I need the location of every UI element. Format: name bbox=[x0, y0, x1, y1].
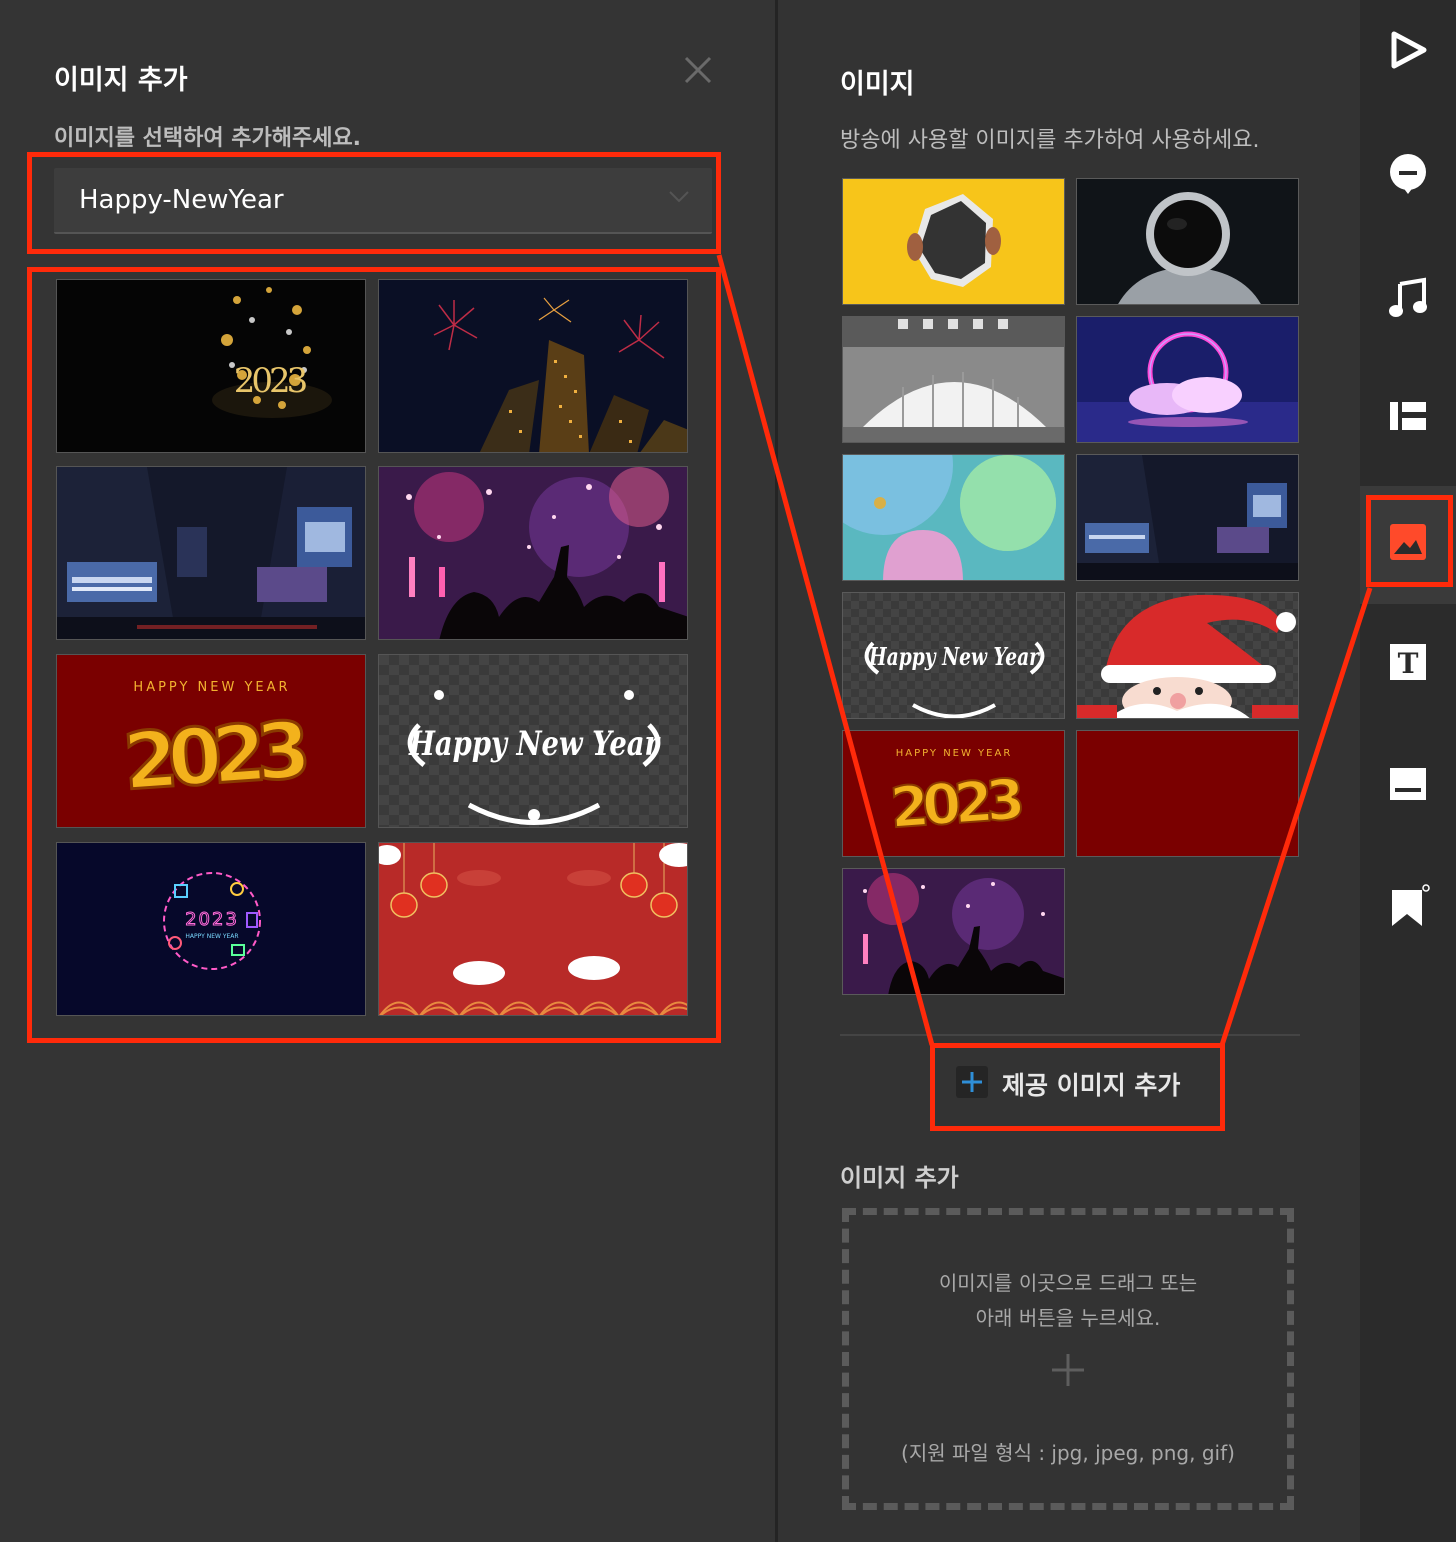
sidebar-item-layout[interactable] bbox=[1386, 396, 1430, 440]
image-neon-ring-cloud[interactable] bbox=[1076, 316, 1299, 443]
thumb-caption: HAPPY NEW YEAR bbox=[185, 933, 238, 940]
add-image-subtitle: 이미지를 선택하여 추가해주세요. bbox=[54, 126, 362, 151]
image-times-square-night[interactable] bbox=[1076, 454, 1299, 581]
images-description: 방송에 사용할 이미지를 추가하여 사용하세요. bbox=[840, 128, 1260, 153]
thumbnail-happy-new-year-lettering[interactable]: Happy New Year bbox=[378, 654, 688, 828]
image-plain-dark-red[interactable] bbox=[1076, 730, 1299, 857]
image-dropzone[interactable]: 이미지를 이곳으로 드래그 또는 아래 버튼을 누르세요. (지원 파일 형식 … bbox=[842, 1208, 1294, 1510]
tool-sidebar: T bbox=[1360, 0, 1456, 1542]
subtitle-bar-icon bbox=[1390, 768, 1426, 800]
thumbnail-times-square-night[interactable] bbox=[56, 466, 366, 640]
thumb-2023-text: 2023 bbox=[185, 909, 239, 930]
image-pastel-spheres[interactable] bbox=[842, 454, 1065, 581]
thumbnail-happy-new-year-2023-red[interactable]: HAPPY NEW YEAR 2023 bbox=[56, 654, 366, 828]
category-dropdown[interactable]: Happy-NewYear bbox=[54, 168, 712, 234]
image-happy-new-year-lettering[interactable]: Happy New Year bbox=[842, 592, 1065, 719]
add-provided-image-button[interactable]: 제공 이미지 추가 bbox=[956, 1060, 1192, 1108]
image-santa-claus[interactable] bbox=[1076, 592, 1299, 719]
thumb-caption: HAPPY NEW YEAR bbox=[133, 680, 290, 695]
image-happy-new-year-2023-red[interactable]: HAPPY NEW YEAR 2023 bbox=[842, 730, 1065, 857]
add-provided-image-label: 제공 이미지 추가 bbox=[1002, 1071, 1181, 1100]
layout-icon bbox=[1390, 402, 1426, 430]
image-concert-crowd-fireworks[interactable] bbox=[842, 868, 1065, 995]
thumbnail-neon-2023-icons[interactable]: 2023 HAPPY NEW YEAR bbox=[56, 842, 366, 1016]
thumbnail-red-lanterns-clouds[interactable] bbox=[378, 842, 688, 1016]
add-image-panel: 이미지 추가 이미지를 선택하여 추가해주세요. Happy-NewYear 2… bbox=[0, 0, 775, 1542]
category-dropdown-value: Happy-NewYear bbox=[79, 185, 284, 215]
add-image-title: 이미지 추가 bbox=[54, 65, 188, 96]
sidebar-item-text[interactable]: T bbox=[1386, 640, 1430, 684]
upload-title: 이미지 추가 bbox=[840, 1164, 959, 1192]
chat-bubble-icon bbox=[1390, 154, 1426, 194]
upload-plus-icon[interactable] bbox=[1052, 1354, 1084, 1386]
image-icon bbox=[1390, 524, 1426, 560]
sidebar-item-play[interactable] bbox=[1386, 28, 1430, 72]
sidebar-item-image[interactable] bbox=[1386, 520, 1430, 564]
image-yellow-torn-paper[interactable] bbox=[842, 178, 1065, 305]
sidebar-item-music[interactable] bbox=[1386, 276, 1430, 320]
chevron-down-icon bbox=[669, 191, 689, 203]
sidebar-item-subtitle[interactable] bbox=[1386, 762, 1430, 806]
images-panel: 이미지 방송에 사용할 이미지를 추가하여 사용하세요. Happy New Y… bbox=[778, 0, 1360, 1542]
thumbnail-concert-crowd-fireworks[interactable] bbox=[378, 466, 688, 640]
dropzone-formats: (지원 파일 형식 : jpg, jpeg, png, gif) bbox=[901, 1441, 1235, 1465]
thumbnail-fireworks-skyscrapers[interactable] bbox=[378, 279, 688, 453]
bookmark-icon bbox=[1392, 884, 1430, 926]
music-note-icon bbox=[1389, 277, 1427, 317]
image-2023-text: 2023 bbox=[888, 767, 1023, 841]
text-icon-letter: T bbox=[1398, 647, 1419, 680]
thumb-2023-text: 2023 bbox=[121, 706, 309, 808]
text-icon: T bbox=[1390, 644, 1426, 680]
images-title: 이미지 bbox=[840, 69, 915, 100]
thumb-2023-text: 2023 bbox=[234, 361, 307, 401]
image-arched-hall[interactable] bbox=[842, 316, 1065, 443]
close-icon bbox=[684, 56, 712, 84]
sidebar-item-chat[interactable] bbox=[1386, 152, 1430, 196]
dropzone-line2: 아래 버튼을 누르세요. bbox=[975, 1306, 1161, 1330]
image-caption: HAPPY NEW YEAR bbox=[896, 748, 1013, 759]
image-lettering-text: Happy New Year bbox=[868, 642, 1041, 671]
thumbnail-2023-gold-ornaments[interactable]: 2023 bbox=[56, 279, 366, 453]
image-astronaut[interactable] bbox=[1076, 178, 1299, 305]
thumb-lettering-text: Happy New Year bbox=[408, 724, 660, 764]
section-divider bbox=[840, 1034, 1300, 1036]
play-icon bbox=[1391, 31, 1427, 69]
sidebar-item-bookmark[interactable] bbox=[1386, 884, 1430, 928]
close-button[interactable] bbox=[682, 54, 714, 86]
dropzone-line1: 이미지를 이곳으로 드래그 또는 bbox=[938, 1271, 1198, 1295]
plus-icon bbox=[956, 1066, 988, 1098]
